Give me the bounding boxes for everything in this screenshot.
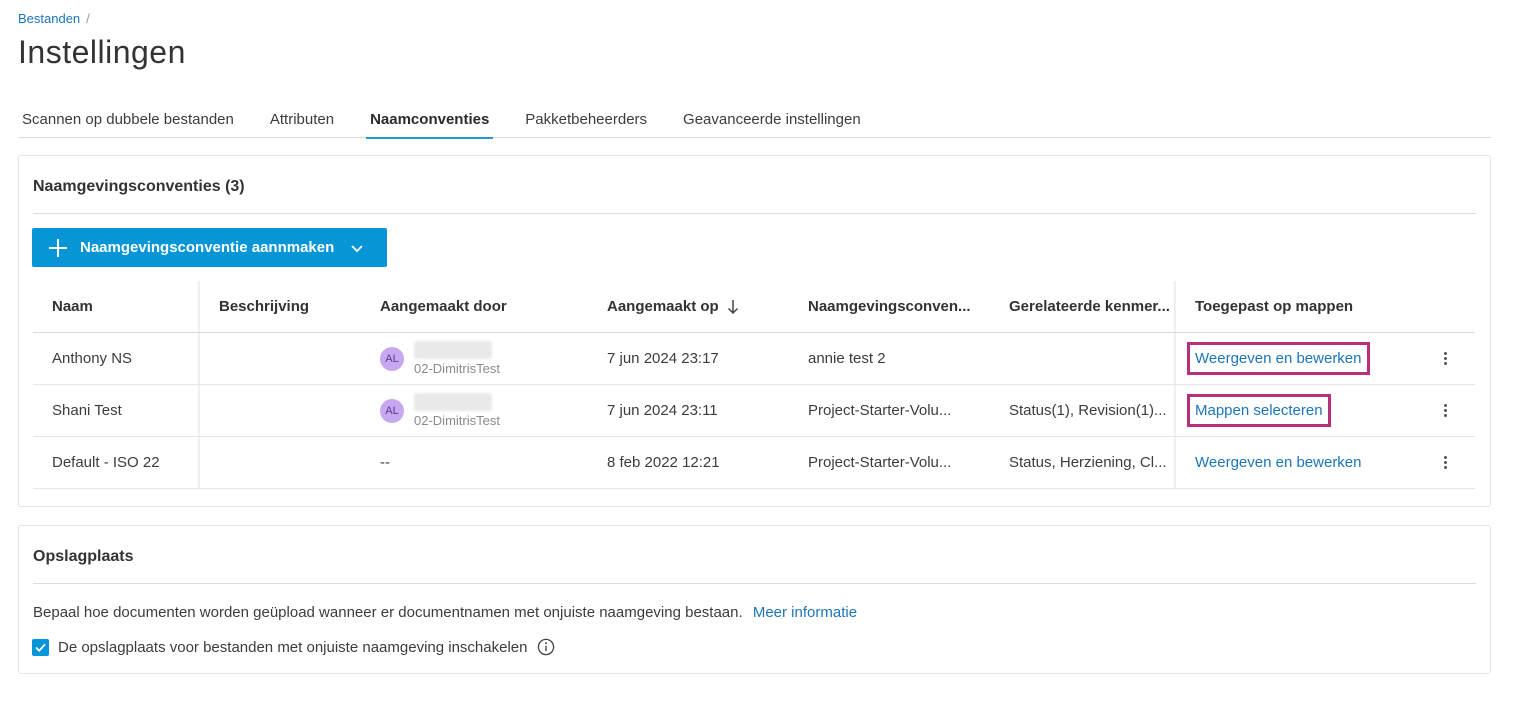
cell-convention: Project-Starter-Volu... [808,454,952,471]
view-edit-link[interactable]: Weergeven en bewerken [1195,454,1362,471]
cell-actions [1416,437,1475,488]
plus-icon [49,238,67,257]
column-header-convention[interactable]: Naamgevingsconven... [789,281,990,332]
user-info: AL 02-DimitrisTest [380,393,500,428]
column-header-related[interactable]: Gerelateerde kenmer... [990,281,1176,332]
table-header: Naam Beschrijving Aangemaakt door Aangem… [33,281,1475,333]
tab-advanced-settings[interactable]: Geavanceerde instellingen [683,103,861,138]
tab-attributes[interactable]: Attributen [270,103,334,138]
cell-created-on: 7 jun 2024 23:11 [607,402,718,419]
cell-applied: Weergeven en bewerken [1176,437,1416,488]
cell-created-on: 8 feb 2022 12:21 [607,454,720,471]
column-header-applied[interactable]: Toegepast op mappen [1176,281,1416,332]
storage-description-text: Bepaal hoe documenten worden geüpload wa… [33,604,743,621]
cell-actions [1416,333,1475,384]
user-text: 02-DimitrisTest [414,341,500,376]
cell-created-on: 7 jun 2024 23:17 [607,350,719,367]
kebab-icon[interactable] [1444,456,1447,469]
cell-name: Anthony NS [33,333,200,384]
info-icon[interactable] [537,638,555,656]
divider [33,213,1476,214]
chevron-down-icon [351,244,363,252]
cell-convention: Project-Starter-Volu... [808,402,952,419]
create-button-label: Naamgevingsconventie aannmaken [80,239,335,256]
naming-conventions-card: Naamgevingsconventies (3) Naamgevingscon… [18,155,1491,507]
cell-created-by: -- [380,454,390,471]
cell-actions [1416,385,1475,436]
cell-related: Status, Herziening, Cl... [990,437,1176,488]
cell-related: Status(1), Revision(1)... [990,385,1176,436]
select-folders-link[interactable]: Mappen selecteren [1187,394,1331,427]
storage-checkbox-label[interactable]: De opslagplaats voor bestanden met onjui… [58,639,527,656]
breadcrumb-bestanden[interactable]: Bestanden [18,11,80,26]
table-row[interactable]: Shani Test AL 02-DimitrisTest 7 jun 2024… [33,385,1475,437]
user-project: 02-DimitrisTest [414,413,500,428]
avatar: AL [380,346,404,371]
tab-package-managers[interactable]: Pakketbeheerders [525,103,647,138]
divider [33,583,1476,584]
kebab-icon[interactable] [1444,352,1447,365]
tab-naming-conventions[interactable]: Naamconventies [366,103,494,139]
column-header-actions [1416,281,1475,332]
more-info-link[interactable]: Meer informatie [753,604,857,621]
user-info: AL 02-DimitrisTest [380,341,500,376]
cell-description [200,437,361,488]
user-project: 02-DimitrisTest [414,361,500,376]
table-row[interactable]: Anthony NS AL 02-DimitrisTest 7 jun 2024… [33,333,1475,385]
kebab-icon[interactable] [1444,404,1447,417]
column-header-description[interactable]: Beschrijving [200,281,361,332]
storage-card: Opslagplaats Bepaal hoe documenten worde… [18,525,1491,674]
table-row[interactable]: Default - ISO 22 -- 8 feb 2022 12:21 Pro… [33,437,1475,489]
column-header-created-on-label: Aangemaakt op [607,298,719,315]
create-convention-button[interactable]: Naamgevingsconventie aannmaken [32,228,387,267]
card-title: Opslagplaats [33,548,134,565]
cell-created-by: AL 02-DimitrisTest [361,333,588,384]
cell-related [990,333,1176,384]
user-name-blurred [414,341,492,359]
arrow-down-icon [727,299,738,314]
cell-description [200,385,361,436]
cell-name: Default - ISO 22 [33,437,200,488]
check-icon [35,643,46,652]
storage-description: Bepaal hoe documenten worden geüpload wa… [33,604,857,621]
view-edit-link[interactable]: Weergeven en bewerken [1187,342,1370,375]
column-header-created-by[interactable]: Aangemaakt door [361,281,588,332]
cell-name: Shani Test [33,385,200,436]
card-title: Naamgevingsconventies (3) [33,178,245,195]
user-text: 02-DimitrisTest [414,393,500,428]
cell-created-by: AL 02-DimitrisTest [361,385,588,436]
avatar: AL [380,398,404,423]
cell-applied: Mappen selecteren [1176,385,1416,436]
column-header-name[interactable]: Naam [33,281,200,332]
user-name-blurred [414,393,492,411]
page-title: Instellingen [18,34,186,70]
storage-checkbox[interactable] [32,638,49,656]
column-header-created-on[interactable]: Aangemaakt op [588,281,789,332]
tab-bar: Scannen op dubbele bestanden Attributen … [18,103,1491,139]
breadcrumb-separator: / [86,11,90,26]
breadcrumb: Bestanden / [18,11,90,26]
cell-convention: annie test 2 [808,350,886,367]
tab-duplicate-scan[interactable]: Scannen op dubbele bestanden [18,103,234,138]
cell-applied: Weergeven en bewerken [1176,333,1416,384]
storage-checkbox-row: De opslagplaats voor bestanden met onjui… [32,638,555,656]
conventions-table: Naam Beschrijving Aangemaakt door Aangem… [33,281,1475,489]
cell-description [200,333,361,384]
